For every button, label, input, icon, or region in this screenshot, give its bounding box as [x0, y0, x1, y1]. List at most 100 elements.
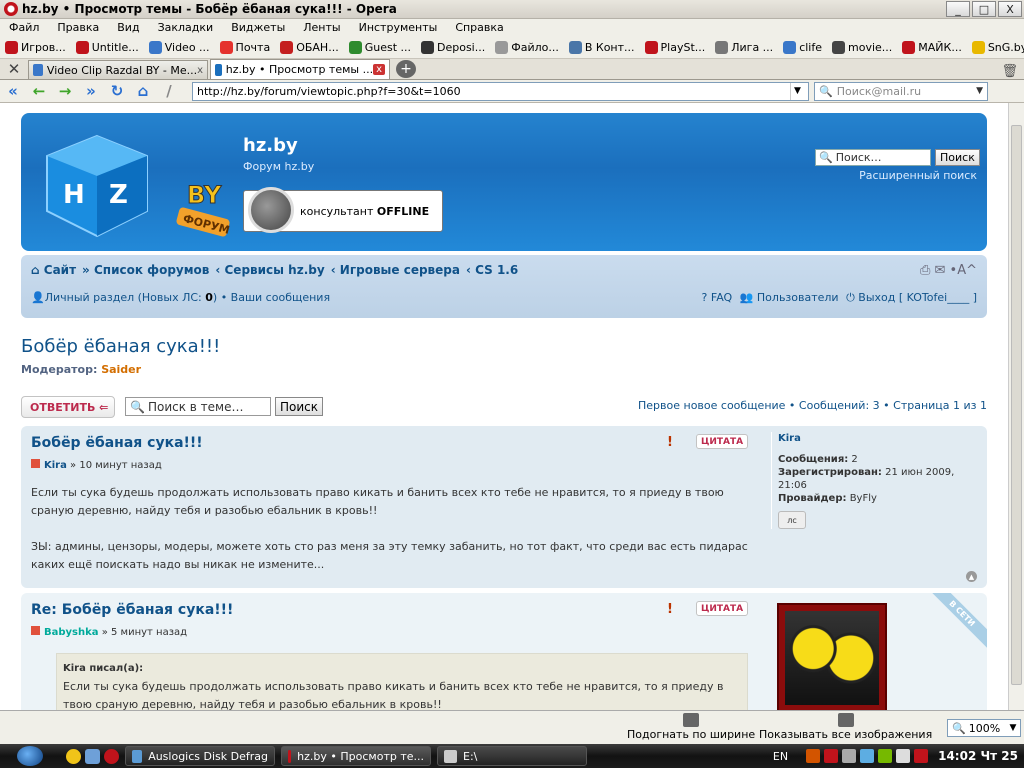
private-section-link[interactable]: Личный раздел (Новых ЛС: — [45, 291, 206, 304]
wand-icon[interactable]: / — [156, 81, 182, 102]
bookmark-item[interactable]: movie... — [827, 40, 897, 54]
address-dropdown-icon[interactable]: ▼ — [790, 82, 804, 100]
breadcrumb-game-servers[interactable]: ‹ Игровые сервера — [331, 263, 460, 277]
tab-close-icon[interactable]: x — [373, 64, 385, 75]
my-messages-link[interactable]: • Ваши сообщения — [217, 291, 330, 304]
start-button[interactable] — [0, 744, 60, 768]
zoom-dropdown-icon[interactable]: ▼ — [1006, 723, 1020, 733]
tab-close-icon[interactable]: x — [197, 65, 203, 76]
quote-button[interactable]: ЦИТАТА — [696, 601, 749, 616]
breadcrumb-cs16[interactable]: ‹ CS 1.6 — [466, 263, 518, 277]
menu-widgets[interactable]: Виджеты — [222, 21, 294, 34]
bookmark-item[interactable]: МАЙК... — [897, 40, 967, 54]
fast-forward-icon[interactable]: » — [78, 81, 104, 102]
new-tab-button[interactable]: + — [396, 60, 416, 78]
bookmark-item[interactable]: Файло... — [490, 40, 564, 54]
quicklaunch-icon[interactable] — [85, 748, 100, 764]
home-icon[interactable]: ⌂ — [130, 81, 156, 102]
maximize-button[interactable]: □ — [972, 1, 996, 17]
fit-width-button[interactable]: Подогнать по ширине — [627, 713, 755, 741]
tools-icon[interactable]: ✕ — [0, 58, 28, 79]
site-title[interactable]: hz.by — [243, 135, 298, 156]
show-images-button[interactable]: Показывать все изображения — [759, 713, 932, 741]
menu-feeds[interactable]: Ленты — [294, 21, 349, 34]
topic-search-button[interactable]: Поиск — [275, 397, 324, 416]
moderator-name[interactable]: Saider — [101, 363, 141, 376]
reply-button[interactable]: ОТВЕТИТЬ ⇐ — [21, 396, 115, 418]
bookmark-item[interactable]: clife — [778, 40, 827, 54]
bookmark-item[interactable]: Guest ... — [344, 40, 416, 54]
bookmark-item[interactable]: Почта — [215, 40, 276, 54]
back-icon[interactable]: ← — [26, 81, 52, 102]
header-search-button[interactable]: Поиск — [935, 149, 980, 166]
search-dropdown-icon[interactable]: ▼ — [976, 86, 983, 96]
topic-search-input[interactable]: 🔍 Поиск в теме… — [125, 397, 271, 416]
menu-bookmarks[interactable]: Закладки — [149, 21, 223, 34]
menu-help[interactable]: Справка — [446, 21, 512, 34]
tray-icon[interactable] — [824, 749, 839, 763]
menu-view[interactable]: Вид — [108, 21, 148, 34]
bookmark-item[interactable]: Video ... — [144, 40, 215, 54]
breadcrumb-forums[interactable]: » Список форумов — [82, 263, 209, 277]
advanced-search-link[interactable]: Расширенный поиск — [859, 169, 977, 182]
tray-icon[interactable] — [806, 749, 821, 763]
profile-username[interactable]: Kira — [778, 432, 981, 445]
close-button[interactable]: X — [998, 1, 1022, 17]
search-field[interactable]: 🔍 Поиск@mail.ru ▼ — [814, 81, 988, 101]
tab-hz-by[interactable]: hz.by • Просмотр темы ... x — [210, 59, 390, 79]
scrollbar-thumb[interactable] — [1011, 125, 1022, 685]
header-search-input[interactable]: 🔍 Поиск… — [815, 149, 931, 166]
avatar[interactable] — [777, 603, 887, 710]
report-icon[interactable]: ! — [662, 435, 678, 450]
bookmark-item[interactable]: Игров... — [0, 40, 71, 54]
forward-icon[interactable]: → — [52, 81, 78, 102]
print-email-fontsize-icons[interactable]: ⎙ ✉ •A^ — [920, 263, 977, 278]
post-title[interactable]: Бобёр ёбаная сука!!! — [31, 435, 203, 451]
menu-edit[interactable]: Правка — [48, 21, 108, 34]
report-icon[interactable]: ! — [662, 602, 678, 617]
consultant-widget[interactable]: консультант OFFLINE — [243, 187, 443, 233]
bookmark-item[interactable]: SnG.by — [967, 40, 1024, 54]
site-logo[interactable]: H Z BY ФОРУМ — [37, 131, 237, 241]
tab-video-clip[interactable]: Video Clip Razdal BY - Ме... x — [28, 60, 208, 79]
faq-link[interactable]: FAQ — [711, 291, 732, 304]
taskbar-button[interactable]: Auslogics Disk Defrag — [125, 746, 275, 766]
quicklaunch-icon[interactable] — [66, 748, 81, 764]
quicklaunch-icon[interactable] — [104, 748, 119, 764]
tray-icon[interactable] — [860, 749, 875, 763]
tray-icon[interactable] — [878, 749, 893, 763]
topic-pagination[interactable]: Первое новое сообщение • Сообщений: 3 • … — [638, 399, 987, 412]
address-field[interactable]: http://hz.by/forum/viewtopic.php?f=30&t=… — [192, 81, 809, 101]
topic-title[interactable]: Бобёр ёбаная сука!!! — [21, 336, 220, 357]
logout-link[interactable]: Выход [ KOTofei____ ] — [858, 291, 977, 304]
vertical-scrollbar[interactable] — [1008, 103, 1024, 710]
bookmark-item[interactable]: PlaySt... — [640, 40, 711, 54]
rewind-icon[interactable]: « — [0, 81, 26, 102]
bookmark-item[interactable]: ОБАН... — [275, 40, 344, 54]
taskbar-button[interactable]: hz.by • Просмотр те... — [281, 746, 431, 766]
minimize-button[interactable]: _ — [946, 1, 970, 17]
zoom-select[interactable]: 🔍 100% ▼ — [947, 719, 1021, 737]
post-author[interactable]: Kira — [44, 460, 67, 471]
tray-icon[interactable] — [914, 749, 929, 763]
breadcrumb-site[interactable]: ⌂ Сайт — [31, 263, 76, 277]
post-title[interactable]: Re: Бобёр ёбаная сука!!! — [31, 602, 233, 618]
language-indicator[interactable]: EN — [773, 750, 788, 763]
bookmark-item[interactable]: В Конт... — [564, 40, 640, 54]
tray-icon[interactable] — [896, 749, 911, 763]
menu-file[interactable]: Файл — [0, 21, 48, 34]
quote-button[interactable]: ЦИТАТА — [696, 434, 749, 449]
pm-button[interactable]: лс — [778, 511, 806, 529]
users-link[interactable]: Пользователи — [757, 291, 839, 304]
menu-tools[interactable]: Инструменты — [350, 21, 447, 34]
trash-icon[interactable]: 🗑 — [1001, 64, 1018, 79]
bookmark-item[interactable]: Untitle... — [71, 40, 144, 54]
reload-icon[interactable]: ↻ — [104, 81, 130, 102]
taskbar-button[interactable]: E:\ — [437, 746, 587, 766]
bookmark-item[interactable]: Deposi... — [416, 40, 490, 54]
back-to-top-icon[interactable]: ▲ — [966, 571, 977, 582]
bookmark-item[interactable]: Лига ... — [710, 40, 778, 54]
tray-icon[interactable] — [842, 749, 857, 763]
post-author[interactable]: Babyshka — [44, 627, 99, 638]
breadcrumb-services[interactable]: ‹ Сервисы hz.by — [215, 263, 324, 277]
